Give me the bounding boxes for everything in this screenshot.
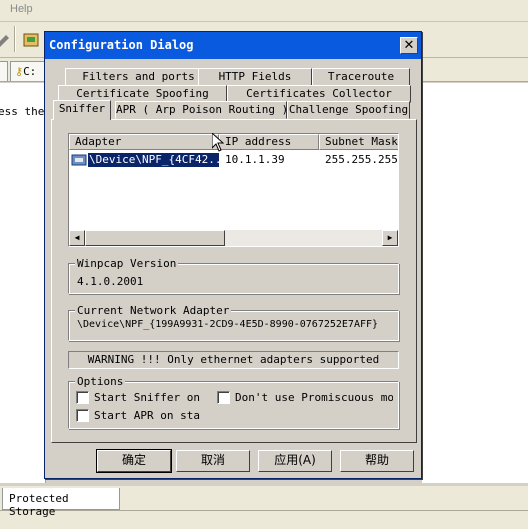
tab-protected-storage[interactable]: Protected Storage [2,488,120,518]
network-adapter-icon [71,152,87,171]
column-adapter[interactable]: Adapter [69,134,219,150]
winpcap-groupbox: Winpcap Version 4.1.0.2001 [68,257,399,294]
current-adapter-value: \Device\NPF_{199A9931-2CD9-4E5D-8990-076… [77,319,379,330]
tab-cracker-label: C: [23,65,37,78]
winpcap-version: 4.1.0.2001 [77,275,144,288]
close-icon: ✕ [403,38,415,53]
promiscuous-checkbox[interactable] [217,391,230,404]
column-ip-address[interactable]: IP address [219,134,319,150]
tab-http-fields[interactable]: HTTP Fields [198,68,312,86]
start-sniffer-checkbox[interactable] [76,391,89,404]
adapter-list-header: Adapter IP address Subnet Mask [69,134,398,150]
toolbar-icon[interactable] [0,31,12,49]
toolbar-separator [14,26,16,52]
scroll-thumb[interactable] [85,230,225,246]
options-groupbox: Options Start Sniffer on st Don't use Pr… [68,375,399,429]
tab-filters-and-ports[interactable]: Filters and ports [65,68,212,86]
right-panel [422,83,528,483]
apply-button[interactable]: 应用(A) [258,450,332,472]
tab-previous[interactable] [0,61,8,81]
start-sniffer-label[interactable]: Start Sniffer on st [94,391,206,404]
column-subnet-mask[interactable]: Subnet Mask [319,134,398,150]
configuration-dialog: Configuration Dialog ✕ Filters and ports… [44,31,422,479]
left-panel-text: ess the [0,105,45,118]
menu-bar: Help [0,0,528,22]
current-adapter-legend: Current Network Adapter [75,304,232,317]
table-row-mask: 255.255.255.0 [325,153,398,166]
key-icon: ⚷ [15,65,24,78]
left-panel: ess the [0,83,46,483]
help-button[interactable]: 帮助 [340,450,414,472]
start-apr-checkbox[interactable] [76,409,89,422]
promiscuous-label[interactable]: Don't use Promiscuous mode [235,391,393,404]
network-card-icon[interactable] [22,31,40,49]
options-legend: Options [75,375,126,388]
warning-message: WARNING !!! Only ethernet adapters suppo… [68,351,399,369]
tab-apr[interactable]: APR ( Arp Poison Routing ) [115,101,288,119]
dialog-titlebar[interactable]: Configuration Dialog ✕ [45,32,421,59]
tab-traceroute[interactable]: Traceroute [312,68,410,86]
ok-button[interactable]: 确定 [96,449,172,473]
scroll-left-icon[interactable]: ◀ [69,230,85,246]
winpcap-legend: Winpcap Version [75,257,179,270]
adapter-list[interactable]: Adapter IP address Subnet Mask \Device\N… [68,133,399,247]
status-divider [0,510,528,511]
start-apr-label[interactable]: Start APR on star [94,409,200,422]
table-row-adapter[interactable]: \Device\NPF_{4CF42... [88,153,219,167]
tab-cracker[interactable]: ⚷C: [10,61,46,81]
status-area: Protected Storage [0,486,528,529]
dialog-title: Configuration Dialog [49,38,194,52]
horizontal-scrollbar[interactable]: ◀ ▶ [69,230,398,246]
tab-sniffer[interactable]: Sniffer [53,100,111,120]
mouse-cursor-icon [211,131,225,156]
tab-challenge-spoofing[interactable]: Challenge Spoofing [287,101,410,119]
scroll-right-icon[interactable]: ▶ [382,230,398,246]
table-row-ip: 10.1.1.39 [225,153,285,166]
current-adapter-groupbox: Current Network Adapter \Device\NPF_{199… [68,304,399,341]
cancel-button[interactable]: 取消 [176,450,250,472]
close-button[interactable]: ✕ [400,37,418,54]
menu-help[interactable]: Help [10,3,33,15]
